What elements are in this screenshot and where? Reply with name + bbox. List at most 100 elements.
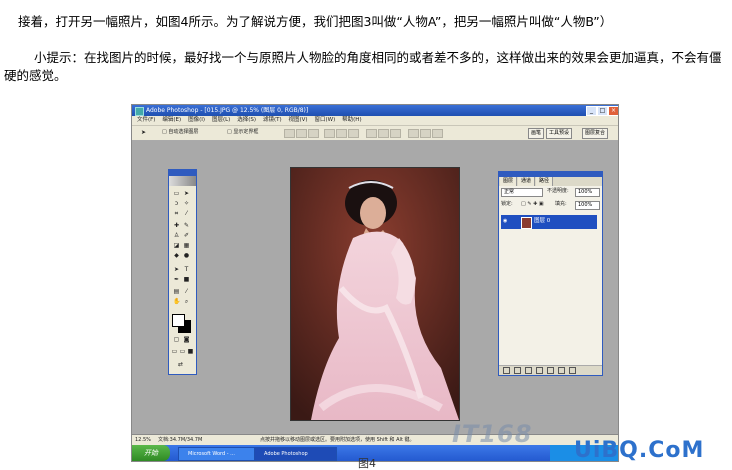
menu-image[interactable]: 图像(I) xyxy=(188,116,205,125)
layer-row[interactable]: ◉ 图层 0 xyxy=(501,215,597,229)
show-bounds-checkbox[interactable]: □ 显示定界框 xyxy=(227,129,258,136)
layers-panel-tabs: 图层 通道 路径 xyxy=(499,177,602,186)
layer-group-icon[interactable] xyxy=(547,367,554,374)
clone-stamp-icon[interactable]: ♙ xyxy=(173,232,180,239)
magic-wand-icon[interactable]: ✧ xyxy=(183,200,190,207)
blend-mode-select[interactable]: 正常 xyxy=(501,188,543,197)
distribute-bottom-icon[interactable] xyxy=(390,129,401,138)
dodge-tool-icon[interactable]: ● xyxy=(183,252,190,259)
healing-brush-icon[interactable]: ✚ xyxy=(173,222,180,229)
lasso-tool-icon[interactable]: ↄ xyxy=(173,200,180,207)
blur-tool-icon[interactable]: ◆ xyxy=(173,252,180,259)
menu-help[interactable]: 帮助(H) xyxy=(342,116,361,125)
standard-mode-icon[interactable]: ▢ xyxy=(173,336,180,343)
distribute-top-icon[interactable] xyxy=(366,129,377,138)
eyedropper-icon[interactable]: ⁄ xyxy=(183,288,190,295)
options-bar: ➤ □ 自动选择图层 □ 显示定界框 画笔 工具预设 图层复合 xyxy=(132,126,618,141)
tab-channels[interactable]: 通道 xyxy=(518,177,536,186)
lock-label: 锁定: xyxy=(501,201,513,207)
new-layer-icon[interactable] xyxy=(558,367,565,374)
distribute-left-icon[interactable] xyxy=(408,129,419,138)
menu-bar: 文件(F) 编辑(E) 图像(I) 图层(L) 选择(S) 滤镜(T) 视图(V… xyxy=(132,116,618,126)
align-left-icon[interactable] xyxy=(324,129,335,138)
adjustment-layer-icon[interactable] xyxy=(536,367,543,374)
minimize-button[interactable]: _ xyxy=(586,106,597,116)
tab-layers[interactable]: 图层 xyxy=(500,177,518,186)
distribute-middle-icon[interactable] xyxy=(378,129,389,138)
window-title: Adobe Photoshop - [015.JPG @ 12.5% (图层 0… xyxy=(146,107,309,114)
menu-view[interactable]: 视图(V) xyxy=(289,116,308,125)
history-brush-icon[interactable]: ✐ xyxy=(183,232,190,239)
figure-caption: 图4 xyxy=(358,457,376,470)
notes-tool-icon[interactable]: ▤ xyxy=(173,288,180,295)
align-right-icon[interactable] xyxy=(348,129,359,138)
move-tool-icon[interactable]: ➤ xyxy=(140,129,147,136)
pen-tool-icon[interactable]: ✒ xyxy=(173,276,180,283)
menu-select[interactable]: 选择(S) xyxy=(237,116,256,125)
jump-to-imageready-icon[interactable]: ⇄ xyxy=(177,361,184,368)
brush-tool-icon[interactable]: ✎ xyxy=(183,222,190,229)
layer-name: 图层 0 xyxy=(534,218,551,224)
screen-mode-full-icon[interactable]: ■ xyxy=(187,348,194,355)
delete-layer-icon[interactable] xyxy=(569,367,576,374)
bride-photo xyxy=(291,168,459,420)
auto-select-checkbox[interactable]: □ 自动选择图层 xyxy=(162,129,198,136)
layer-mask-icon[interactable] xyxy=(525,367,532,374)
zoom-tool-icon[interactable]: ⌕ xyxy=(183,298,190,305)
menu-filter[interactable]: 滤镜(T) xyxy=(263,116,282,125)
maximize-button[interactable]: □ xyxy=(597,106,608,116)
start-button[interactable]: 开始 xyxy=(132,445,170,461)
palette-tab-brushes[interactable]: 画笔 xyxy=(528,128,545,139)
align-middle-icon[interactable] xyxy=(296,129,307,138)
screen-mode-standard-icon[interactable]: ▭ xyxy=(171,348,178,355)
align-center-icon[interactable] xyxy=(336,129,347,138)
palette-tab-tool-presets[interactable]: 工具预设 xyxy=(546,128,573,139)
opacity-input[interactable]: 100% xyxy=(575,188,600,197)
auto-select-label: 自动选择图层 xyxy=(168,129,199,135)
distribute-right-icon[interactable] xyxy=(432,129,443,138)
show-bounds-label: 显示定界框 xyxy=(233,129,259,135)
layer-style-icon[interactable] xyxy=(514,367,521,374)
status-bar: 12.5% 文档:34.7M/34.7M 点按并拖移以移动图层或选区。要用附加选… xyxy=(132,434,618,445)
link-layers-icon[interactable] xyxy=(503,367,510,374)
photoshop-screenshot: Adobe Photoshop - [015.JPG @ 12.5% (图层 0… xyxy=(131,104,619,462)
screen-mode-menu-icon[interactable]: ▭ xyxy=(179,348,186,355)
status-hint: 点按并拖移以移动图层或选区。要用附加选项，使用 Shift 和 Alt 键。 xyxy=(260,437,415,443)
type-tool-icon[interactable]: T xyxy=(183,266,190,273)
align-top-icon[interactable] xyxy=(284,129,295,138)
tab-paths[interactable]: 路径 xyxy=(536,177,554,186)
article-tip-paragraph: 小提示：在找图片的时候，最好找一个与原照片人物脸的角度相同的或者差不多的，这样做… xyxy=(4,50,722,83)
marquee-tool-icon[interactable]: ▭ xyxy=(173,190,180,197)
palette-tab-layer-comps[interactable]: 图层复合 xyxy=(582,128,609,139)
quick-mask-icon[interactable]: ◙ xyxy=(183,336,190,343)
taskbar-item-photoshop[interactable]: Adobe Photoshop xyxy=(254,447,337,461)
crop-tool-icon[interactable]: ⌗ xyxy=(173,210,180,217)
menu-layer[interactable]: 图层(L) xyxy=(212,116,230,125)
toolbox-panel: ▭ ➤ ↄ ✧ ⌗ ⁄ ✚ ✎ ♙ ✐ ◪ ▦ ◆ ● ➤ T ✒ ■ ▤ ⁄ … xyxy=(168,169,197,375)
shape-tool-icon[interactable]: ■ xyxy=(183,276,190,283)
slice-tool-icon[interactable]: ⁄ xyxy=(183,210,190,217)
gradient-tool-icon[interactable]: ▦ xyxy=(183,242,190,249)
menu-edit[interactable]: 编辑(E) xyxy=(162,116,181,125)
fill-input[interactable]: 100% xyxy=(575,201,600,210)
close-button[interactable]: × xyxy=(608,106,618,116)
layers-panel-footer xyxy=(499,365,602,375)
distribute-center-icon[interactable] xyxy=(420,129,431,138)
path-selection-icon[interactable]: ➤ xyxy=(173,266,180,273)
menu-file[interactable]: 文件(F) xyxy=(137,116,155,125)
menu-window[interactable]: 窗口(W) xyxy=(315,116,336,125)
document-canvas[interactable] xyxy=(290,167,460,421)
eraser-tool-icon[interactable]: ◪ xyxy=(173,242,180,249)
visibility-eye-icon[interactable]: ◉ xyxy=(503,218,509,224)
hand-tool-icon[interactable]: ✋ xyxy=(173,298,180,305)
taskbar-item-word[interactable]: Microsoft Word - ... xyxy=(178,447,261,461)
photoshop-title-bar: Adobe Photoshop - [015.JPG @ 12.5% (图层 0… xyxy=(132,105,618,116)
lock-icons[interactable]: □ ✎ ✚ ▣ xyxy=(521,200,544,208)
align-bottom-icon[interactable] xyxy=(308,129,319,138)
watermark-uibq: UiBQ.CoM xyxy=(574,438,705,463)
layers-panel: 图层 通道 路径 正常 不透明度: 100% 锁定: □ ✎ ✚ ▣ 填充: 100… xyxy=(498,171,603,376)
document-size[interactable]: 文档:34.7M/34.7M xyxy=(158,435,202,445)
zoom-level[interactable]: 12.5% xyxy=(135,435,151,445)
foreground-color-swatch[interactable] xyxy=(172,314,185,327)
move-tool-icon[interactable]: ➤ xyxy=(183,190,190,197)
